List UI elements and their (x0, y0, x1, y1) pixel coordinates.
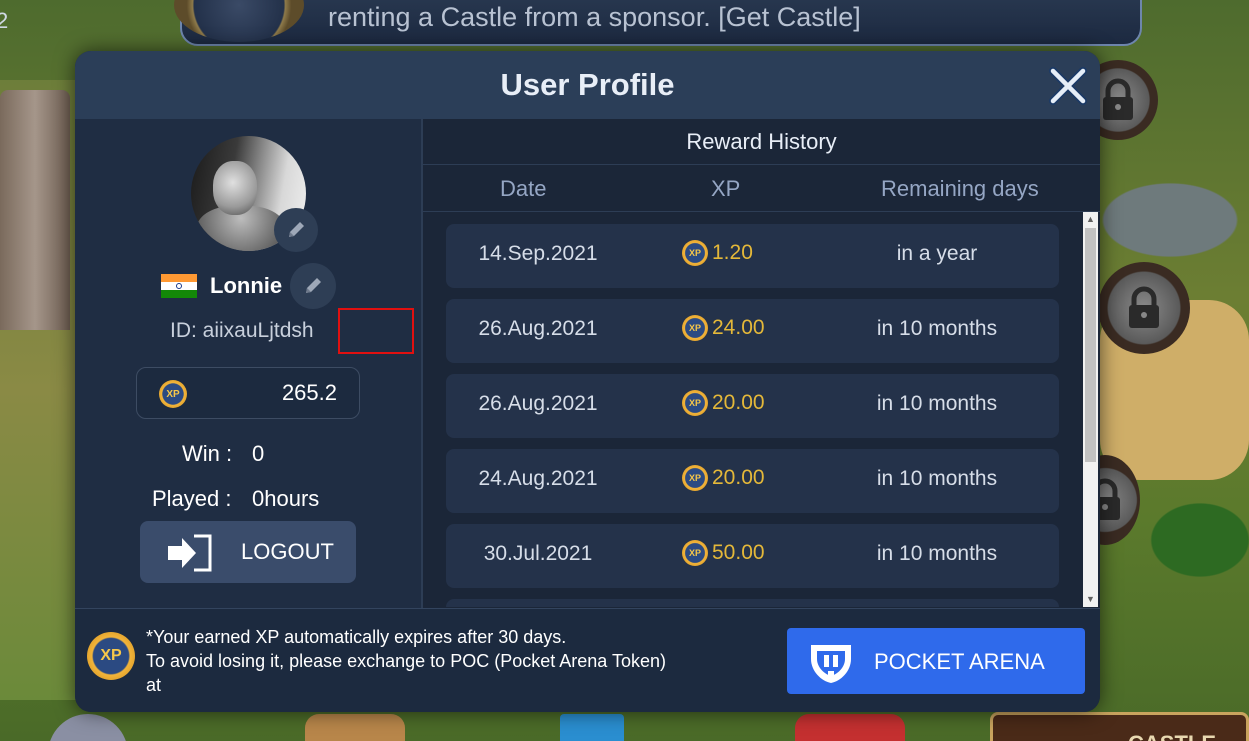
logout-label: LOGOUT (241, 539, 334, 564)
reward-date: 26.Aug.2021 (478, 317, 598, 340)
xp-coin-icon: XP (682, 240, 708, 266)
scroll-up-arrow-icon[interactable]: ▲ (1083, 212, 1098, 227)
notice-line-2: To avoid losing it, please exchange to P… (146, 651, 666, 671)
scroll-down-arrow-icon[interactable]: ▼ (1083, 592, 1098, 607)
reward-row: 30.Jul.2021 XP 50.00 in 10 months (446, 524, 1059, 588)
notice-line-3: at (146, 675, 162, 695)
reward-xp-value: 20.00 (712, 466, 765, 489)
xp-expiry-notice: *Your earned XP automatically expires af… (146, 625, 766, 697)
reward-xp-value: 20.00 (712, 391, 765, 414)
reward-row: 24.Aug.2021 XP 20.00 in 10 months (446, 449, 1059, 513)
played-value: 0hours (252, 486, 320, 511)
xp-coin-icon: XP (87, 632, 135, 680)
notice-line-1: *Your earned XP automatically expires af… (146, 627, 567, 647)
reward-history-title: Reward History (686, 129, 837, 154)
xp-coin-icon: XP (682, 540, 708, 566)
user-profile-modal: User Profile Lonnie ID: aiixauLjtdsh XP … (75, 51, 1100, 712)
reward-date: 14.Sep.2021 (478, 242, 598, 265)
logout-button[interactable]: LOGOUT (140, 521, 356, 583)
pocket-arena-button[interactable]: POCKET ARENA (787, 628, 1085, 694)
map-icon[interactable] (795, 714, 905, 741)
reward-remaining: in 10 months (876, 467, 998, 490)
edit-avatar-button[interactable] (274, 208, 318, 252)
column-header-remaining: Remaining days (881, 176, 1039, 201)
xp-coin-icon: XP (682, 315, 708, 341)
reward-remaining: in 10 months (876, 542, 998, 565)
castle-tower (0, 90, 70, 330)
modal-header: User Profile (75, 51, 1100, 119)
reward-xp: XP 24.00 (682, 315, 765, 341)
pocket-arena-label: POCKET ARENA (874, 649, 1045, 674)
reward-date: 24.Aug.2021 (478, 467, 598, 490)
locked-slot-2[interactable] (1098, 262, 1190, 354)
reward-history-panel: Reward History Date XP Remaining days 14… (423, 119, 1100, 608)
reward-xp: XP 20.00 (682, 390, 765, 416)
xp-coin-icon: XP (682, 390, 708, 416)
pencil-icon (289, 222, 304, 237)
close-button[interactable] (1047, 65, 1089, 107)
lock-icon (1103, 78, 1133, 120)
win-value: 0 (252, 441, 265, 466)
username: Lonnie (210, 273, 283, 298)
highlight-box (338, 308, 414, 354)
xp-balance: 265.2 (281, 380, 337, 405)
xp-coin-icon: XP (682, 465, 708, 491)
xp-balance-box: XP 265.2 (136, 367, 360, 419)
logout-icon (168, 534, 212, 572)
shop-icon[interactable] (560, 714, 624, 741)
corner-number: 2 (0, 8, 9, 33)
scrollbar-thumb[interactable] (1085, 228, 1096, 462)
reward-date: 26.Aug.2021 (478, 392, 598, 415)
sponsor-banner[interactable]: renting a Castle from a sponsor. [Get Ca… (174, 0, 1142, 46)
reward-xp-value: 50.00 (712, 541, 765, 564)
reward-xp-value: 1.20 (712, 241, 753, 264)
column-header-date: Date (500, 176, 547, 201)
modal-title: User Profile (500, 67, 675, 102)
battle-shield-icon[interactable] (48, 714, 128, 741)
reward-list-scrollbar[interactable]: ▲ ▼ (1083, 212, 1098, 607)
win-label: Win : (182, 441, 233, 466)
column-header-xp: XP (711, 176, 741, 201)
played-label: Played : (152, 486, 232, 511)
xp-coin-icon: XP (159, 380, 187, 408)
reward-row-partial (446, 599, 1059, 607)
modal-footer: XP *Your earned XP automatically expires… (75, 608, 1100, 712)
pencil-icon (306, 278, 321, 293)
reward-remaining: in a year (896, 242, 978, 265)
reward-list[interactable]: 14.Sep.2021 XP 1.20 in a year 26.Aug.2021… (423, 212, 1083, 607)
scroll-icon[interactable] (305, 714, 405, 741)
close-icon (1049, 67, 1087, 105)
reward-xp: XP 50.00 (682, 540, 765, 566)
reward-row: 14.Sep.2021 XP 1.20 in a year (446, 224, 1059, 288)
reward-remaining: in 10 months (876, 317, 998, 340)
edit-username-button[interactable] (290, 263, 336, 309)
reward-xp: XP 20.00 (682, 465, 765, 491)
reward-row: 26.Aug.2021 XP 20.00 in 10 months (446, 374, 1059, 438)
pocket-arena-logo-icon (811, 645, 851, 683)
castle-button[interactable]: CASTLE (990, 712, 1249, 741)
reward-remaining: in 10 months (876, 392, 998, 415)
banner-emblem-icon (174, 0, 304, 42)
castle-button-label: CASTLE (1128, 731, 1216, 741)
banner-text: renting a Castle from a sponsor. [Get Ca… (328, 2, 861, 32)
lock-icon (1129, 286, 1159, 328)
reward-xp-value: 24.00 (712, 316, 765, 339)
india-flag-icon (161, 274, 197, 298)
user-id: ID: aiixauLjtdsh (170, 319, 314, 342)
reward-row: 26.Aug.2021 XP 24.00 in 10 months (446, 299, 1059, 363)
reward-xp: XP 1.20 (682, 240, 753, 266)
reward-date: 30.Jul.2021 (483, 542, 593, 565)
